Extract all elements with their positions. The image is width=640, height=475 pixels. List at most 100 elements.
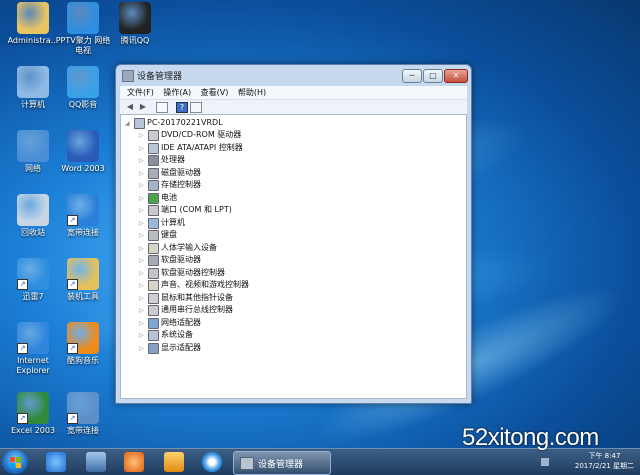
hid-icon (148, 242, 159, 254)
desktop-icon[interactable]: 腾讯QQ (104, 2, 166, 46)
device-category[interactable]: ▷ 电池 (139, 192, 177, 204)
device-category[interactable]: ▷ 存储控制器 (139, 180, 201, 191)
computer-icon (134, 118, 145, 129)
port-icon (148, 205, 159, 216)
expand-icon[interactable]: ▷ (139, 269, 144, 279)
device-category-label: 键盘 (161, 230, 177, 239)
help-icon[interactable]: ? (176, 102, 188, 113)
device-category-label: 显示适配器 (161, 342, 201, 352)
clock-time: 下午 8:47 (588, 452, 621, 460)
device-category-label: 软盘驱动器 (161, 255, 201, 264)
desktop-icon[interactable]: ↗ 酷狗音乐 (52, 322, 114, 366)
menu-action[interactable]: 操作(A) (163, 86, 191, 99)
device-category[interactable]: ▷ 声音、视频和游戏控制器 (139, 280, 249, 291)
device-category-label: 人体学输入设备 (161, 242, 217, 252)
expand-icon[interactable]: ▷ (139, 344, 144, 354)
desktop-icon-label: 装机工具 (67, 292, 99, 301)
properties-icon[interactable] (156, 102, 168, 113)
device-category[interactable]: ▷ 显示适配器 (139, 342, 201, 354)
desktop-icon-label: Word 2003 (61, 164, 105, 173)
desktop-icon[interactable]: ↗ 宽带连接 (52, 194, 114, 238)
pptv-icon[interactable] (202, 452, 222, 472)
word-icon (67, 130, 99, 162)
watermark: 52xitong.com (462, 424, 599, 451)
network-icon[interactable] (86, 452, 106, 472)
expand-icon[interactable]: ▷ (139, 194, 144, 204)
internet-explorer-icon[interactable] (46, 452, 66, 472)
device-category[interactable]: ▷ 端口 (COM 和 LPT) (139, 205, 232, 216)
desktop-icon[interactable]: QQ影音 (52, 66, 114, 110)
device-category[interactable]: ▷ 鼠标和其他指针设备 (139, 292, 233, 304)
expand-icon[interactable]: ▷ (139, 144, 144, 154)
device-category[interactable]: ▷ 处理器 (139, 155, 185, 166)
device-category[interactable]: ▷ 网络适配器 (139, 317, 201, 329)
expand-icon[interactable]: ▷ (139, 131, 144, 141)
qq-penguin-icon (119, 2, 151, 34)
clock[interactable]: 下午 8:47 2017/2/21 星期二 (575, 451, 634, 471)
expand-icon[interactable]: ▷ (139, 244, 144, 254)
kugou-icon[interactable] (124, 452, 144, 472)
expand-icon[interactable]: ▷ (139, 331, 144, 341)
expand-icon[interactable]: ▷ (139, 306, 144, 316)
device-category[interactable]: ▷ IDE ATA/ATAPI 控制器 (139, 142, 243, 154)
expand-icon[interactable]: ▷ (139, 294, 144, 304)
recycle-bin-icon (17, 194, 49, 226)
device-category[interactable]: ▷ 计算机 (139, 217, 185, 229)
dvd-drive-icon (148, 130, 159, 141)
start-button[interactable] (2, 450, 28, 474)
device-tree[interactable]: ◢ PC-20170221VRDL ▷ DVD/CD-ROM 驱动器 ▷ IDE AT… (120, 114, 467, 399)
device-category[interactable]: ▷ 磁盘驱动器 (139, 167, 201, 179)
expand-icon[interactable]: ▷ (139, 156, 144, 166)
close-button[interactable]: ✕ (444, 69, 468, 83)
collapse-icon[interactable]: ◢ (125, 119, 130, 129)
expand-icon[interactable]: ▷ (139, 219, 144, 229)
device-category-label: 磁盘驱动器 (161, 167, 201, 177)
expand-icon[interactable]: ▷ (139, 169, 144, 179)
device-category[interactable]: ▷ 键盘 (139, 230, 177, 241)
device-manager-window[interactable]: 设备管理器 ─ □ ✕ 文件(F) 操作(A) 查看(V) 帮助(H) ◀ ▶ … (115, 64, 472, 404)
shortcut-arrow-icon: ↗ (67, 215, 78, 226)
menu-help[interactable]: 帮助(H) (238, 86, 266, 99)
device-category[interactable]: ▷ 软盘驱动器 (139, 255, 201, 266)
device-category-label: DVD/CD-ROM 驱动器 (161, 130, 242, 139)
desktop-icon[interactable]: ↗ 装机工具 (52, 258, 114, 302)
notification-icon[interactable] (541, 458, 549, 466)
expand-icon[interactable]: ▷ (139, 319, 144, 329)
task-device-manager[interactable]: 设备管理器 (233, 451, 331, 475)
view-icon[interactable] (190, 102, 202, 113)
maximize-button[interactable]: □ (423, 69, 443, 83)
device-category-label: 通用串行总线控制器 (161, 305, 233, 314)
device-category[interactable]: ▷ 系统设备 (139, 330, 193, 341)
device-category[interactable]: ▷ 通用串行总线控制器 (139, 305, 233, 316)
device-category-label: 存储控制器 (161, 180, 201, 189)
shortcut-arrow-icon: ↗ (17, 279, 28, 290)
expand-icon[interactable]: ▷ (139, 281, 144, 291)
media-player-icon[interactable] (164, 452, 184, 472)
display-adapter-icon (148, 342, 159, 354)
device-manager-icon (122, 70, 134, 82)
device-category-label: 网络适配器 (161, 317, 201, 327)
device-category[interactable]: ▷ 软盘驱动器控制器 (139, 267, 225, 279)
usb-icon (148, 305, 159, 316)
back-arrow-icon[interactable]: ◀ (125, 102, 135, 111)
menu-view[interactable]: 查看(V) (201, 86, 229, 99)
desktop-icon[interactable]: Word 2003 (52, 130, 114, 174)
device-manager-icon (240, 457, 254, 470)
expand-icon[interactable]: ▷ (139, 181, 144, 191)
tree-root[interactable]: ◢ PC-20170221VRDL (125, 118, 223, 129)
expand-icon[interactable]: ▷ (139, 256, 144, 266)
tools-folder-icon: ↗ (67, 258, 99, 290)
desktop-icon-label: 酷狗音乐 (67, 356, 99, 365)
title-bar[interactable]: 设备管理器 ─ □ ✕ (116, 65, 471, 86)
qq-player-icon (67, 66, 99, 98)
device-category[interactable]: ▷ 人体学输入设备 (139, 242, 217, 254)
forward-arrow-icon[interactable]: ▶ (138, 102, 148, 111)
network-icon (17, 130, 49, 162)
expand-icon[interactable]: ▷ (139, 231, 144, 241)
expand-icon[interactable]: ▷ (139, 206, 144, 216)
device-category[interactable]: ▷ DVD/CD-ROM 驱动器 (139, 130, 242, 141)
minimize-button[interactable]: ─ (402, 69, 422, 83)
floppy-drive-icon (148, 255, 159, 266)
desktop-icon[interactable]: ↗ 宽带连接 (52, 392, 114, 436)
menu-file[interactable]: 文件(F) (127, 86, 154, 99)
